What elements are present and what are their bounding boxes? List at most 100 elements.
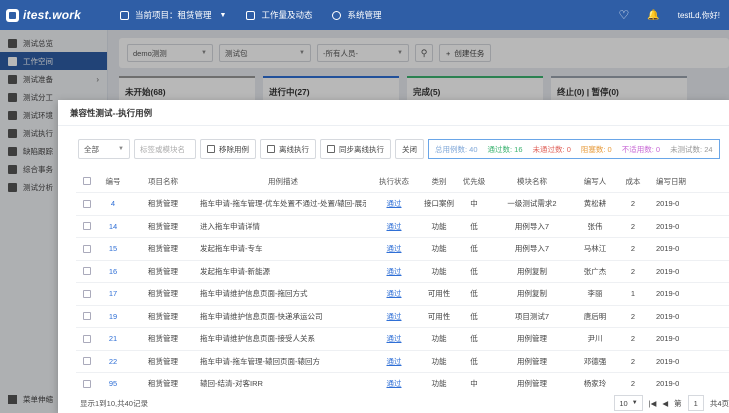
case-no-link[interactable]: 14 <box>98 222 128 231</box>
case-no-link[interactable]: 15 <box>98 244 128 253</box>
case-type: 功能 <box>431 379 447 389</box>
case-no-link[interactable]: 4 <box>98 199 128 208</box>
row-checkbox[interactable] <box>76 222 98 231</box>
write-date: 2019-0 <box>656 199 680 209</box>
case-no-link[interactable]: 22 <box>98 357 128 366</box>
table-row[interactable]: 22 租赁管理 拖车申请-拖车管理-辕回页面-辕回方 通过 功能 低 用例管理 邓德强 2 201… <box>76 349 729 373</box>
header-date[interactable]: 编写日期 <box>648 176 729 187</box>
offline-execute-button[interactable]: 离线执行 <box>260 139 316 159</box>
row-checkbox[interactable] <box>76 357 98 366</box>
favorite-icon[interactable]: ♡ <box>610 0 639 30</box>
top-nav: 当前项目：租赁管理 ▼ 工作量及动态 系统管理 <box>110 0 391 30</box>
execute-status-link[interactable]: 通过 <box>366 356 422 367</box>
chevron-down-icon: ▼ <box>219 11 227 19</box>
table-row[interactable]: 19 租赁管理 拖车申请维护信息页面-快递承运公司 通过 可用性 低 项目测试7 唐后明 2 20… <box>76 304 729 328</box>
case-no-link[interactable]: 19 <box>98 312 128 321</box>
case-priority: 低 <box>470 266 478 276</box>
table-row[interactable]: 14 租赁管理 进入拖车申请详情 通过 功能 低 用例导入7 张伟 2 2019-0 <box>76 214 729 238</box>
case-description: 拖车申请-拖车管理-优车处置不通过-处置/辕回-展示 <box>200 199 366 209</box>
case-description: 拖车申请-拖车管理-辕回页面-辕回方 <box>200 356 320 366</box>
execute-status-link[interactable]: 通过 <box>366 266 422 277</box>
table-row[interactable]: 15 租赁管理 发起拖车申请-专车 通过 功能 低 用例导入7 马林江 2 2019-0 <box>76 237 729 260</box>
execute-status-link[interactable]: 通过 <box>366 198 422 209</box>
stat-block: 阻塞数: 0 <box>580 144 612 154</box>
table-row[interactable]: 21 租赁管理 拖车申请维护信息页面-接受人关系 通过 功能 低 用例管理 尹川 2 2019-0 <box>76 327 729 350</box>
sync-offline-button[interactable]: 同步离线执行 <box>320 139 391 159</box>
header-author[interactable]: 编写人 <box>572 176 618 187</box>
row-checkbox[interactable] <box>76 289 98 298</box>
write-date: 2019-0 <box>656 244 680 254</box>
bell-icon[interactable]: 🔔 <box>638 0 668 30</box>
table-row[interactable]: 4 租赁管理 拖车申请-拖车管理-优车处置不通过-处置/辕回-展示 通过 接口案例 中 一级… <box>76 192 729 215</box>
select-all-checkbox[interactable] <box>76 177 98 185</box>
project-switcher[interactable]: 当前项目：租赁管理 ▼ <box>110 0 236 30</box>
page-size-select[interactable]: 10 ▼ <box>614 395 643 411</box>
case-no-link[interactable]: 21 <box>98 334 128 343</box>
header-type[interactable]: 类别 <box>422 176 456 187</box>
table-row[interactable]: 17 租赁管理 拖车申请维护信息页面-拖回方式 通过 可用性 低 用例复制 李丽 1 2019-0 <box>76 282 729 305</box>
execute-status-link[interactable]: 通过 <box>366 378 422 389</box>
row-checkbox[interactable] <box>76 379 98 388</box>
case-description: 发起拖车申请-新能源 <box>200 266 270 276</box>
row-checkbox[interactable] <box>76 244 98 253</box>
system-nav[interactable]: 系统管理 <box>322 0 391 30</box>
workload-label: 工作量及动态 <box>261 10 313 20</box>
module-name: 用例管理 <box>517 356 547 366</box>
checkbox-icon <box>83 312 91 321</box>
row-checkbox[interactable] <box>76 312 98 321</box>
project-name: 租赁管理 <box>148 356 178 366</box>
module-name: 用例管理 <box>517 334 547 344</box>
logo[interactable]: itest.work <box>0 0 110 30</box>
user-menu[interactable]: testLd,你好! <box>669 0 729 30</box>
execute-status-link[interactable]: 通过 <box>366 333 422 344</box>
logo-mark-icon <box>6 8 19 22</box>
execute-status-link[interactable]: 通过 <box>366 311 422 322</box>
row-checkbox[interactable] <box>76 334 98 343</box>
write-date: 2019-0 <box>656 311 680 321</box>
execute-status-link[interactable]: 通过 <box>366 243 422 254</box>
case-no-link[interactable]: 95 <box>98 379 128 388</box>
scope-select[interactable]: 全部 ▼ <box>78 139 130 159</box>
project-name: 租赁管理 <box>148 244 178 254</box>
case-priority: 中 <box>470 199 478 209</box>
author-name: 黄松耕 <box>583 199 607 209</box>
case-no-link[interactable]: 17 <box>98 289 128 298</box>
stat-pass: 通过数: 16 <box>487 144 523 154</box>
author-name: 唐后明 <box>583 311 607 321</box>
close-button[interactable]: 关闭 <box>395 139 424 159</box>
remove-cases-label: 移除用例 <box>219 144 249 154</box>
checkbox-icon <box>83 289 91 298</box>
case-no-link[interactable]: 16 <box>98 267 128 276</box>
row-checkbox[interactable] <box>76 267 98 276</box>
header-status[interactable]: 执行状态 <box>366 176 422 187</box>
case-type: 可用性 <box>427 289 451 299</box>
search-placeholder: 标签或模块名 <box>140 144 185 154</box>
first-page-icon[interactable]: |◀ <box>649 399 657 408</box>
header-desc[interactable]: 用例描述 <box>198 176 366 187</box>
header-item[interactable]: 项目名称 <box>128 176 198 187</box>
header-cost[interactable]: 成本 <box>618 176 648 187</box>
total-pages: 共4页 <box>709 398 729 408</box>
execute-status-link[interactable]: 通过 <box>366 288 422 299</box>
row-checkbox[interactable] <box>76 199 98 208</box>
search-input[interactable]: 标签或模块名 <box>134 139 196 159</box>
case-type: 功能 <box>431 244 447 254</box>
table-row[interactable]: 16 租赁管理 发起拖车申请-新能源 通过 功能 低 用例复制 张广杰 2 2019-0 <box>76 259 729 283</box>
header-module[interactable]: 模块名称 <box>492 176 572 187</box>
page-prefix: 第 <box>674 398 682 408</box>
close-label: 关闭 <box>402 144 417 154</box>
scope-select-value: 全部 <box>84 144 99 154</box>
header-no[interactable]: 编号 <box>98 176 128 187</box>
sync-offline-label: 同步离线执行 <box>339 144 384 154</box>
write-date: 2019-0 <box>656 266 680 276</box>
prev-page-icon[interactable]: ◀ <box>662 399 668 408</box>
checkbox-icon <box>83 357 91 366</box>
page-number-input[interactable]: 1 <box>687 395 704 411</box>
table-row[interactable]: 95 租赁管理 辕回-结清-对客IRR 通过 功能 中 用例管理 杨家玲 2 2019-0 <box>76 372 729 395</box>
header-priority[interactable]: 优先级 <box>456 176 492 187</box>
execute-status-link[interactable]: 通过 <box>366 221 422 232</box>
workload-nav[interactable]: 工作量及动态 <box>236 0 322 30</box>
stat-notrun: 未测试数: 24 <box>670 144 713 154</box>
remove-cases-button[interactable]: 移除用例 <box>200 139 256 159</box>
case-priority: 低 <box>470 356 478 366</box>
